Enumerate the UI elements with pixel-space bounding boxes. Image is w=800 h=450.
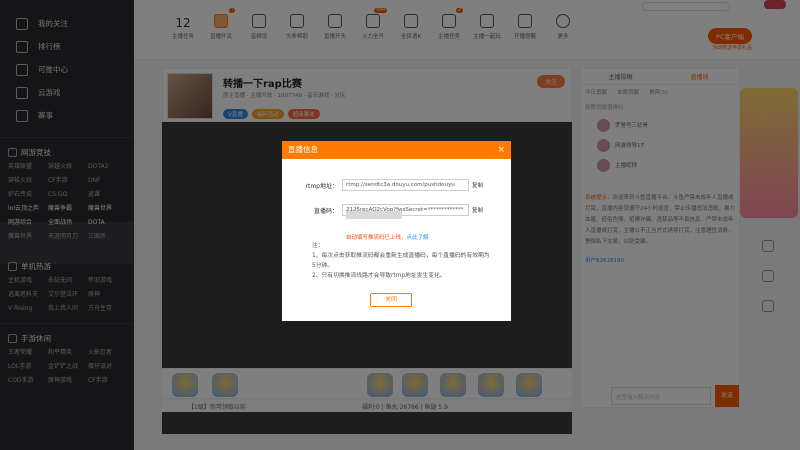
close-button[interactable]: 关闭 [370, 293, 412, 307]
dialog-notes: 注： 1、每次点击获取推流码都会重新生成直播码，每个直播码的有效期为5分钟。 2… [312, 243, 490, 279]
rtmp-label: rtmp地址： [305, 182, 338, 190]
live-info-dialog: 直播信息 × rtmp地址： rtmp://sendtc3a.douyu.com… [282, 141, 511, 321]
dialog-title: 直播信息 [288, 145, 318, 154]
close-icon[interactable]: × [497, 141, 505, 159]
copy-rtmp-button[interactable]: 复制 [472, 181, 483, 189]
rtmp-row: rtmp地址： rtmp://sendtc3a.douyu.com/pushdo… [282, 179, 483, 191]
code-label: 直播码： [313, 207, 338, 215]
auto-fill-warning: 自动填写推流码已上线，点此了解 [346, 235, 429, 241]
masked-code [346, 211, 402, 219]
dialog-header: 直播信息 × [282, 141, 511, 159]
copy-code-button[interactable]: 复制 [472, 206, 483, 214]
rtmp-field[interactable]: rtmp://sendtc3a.douyu.com/pushdouyu [342, 179, 469, 191]
